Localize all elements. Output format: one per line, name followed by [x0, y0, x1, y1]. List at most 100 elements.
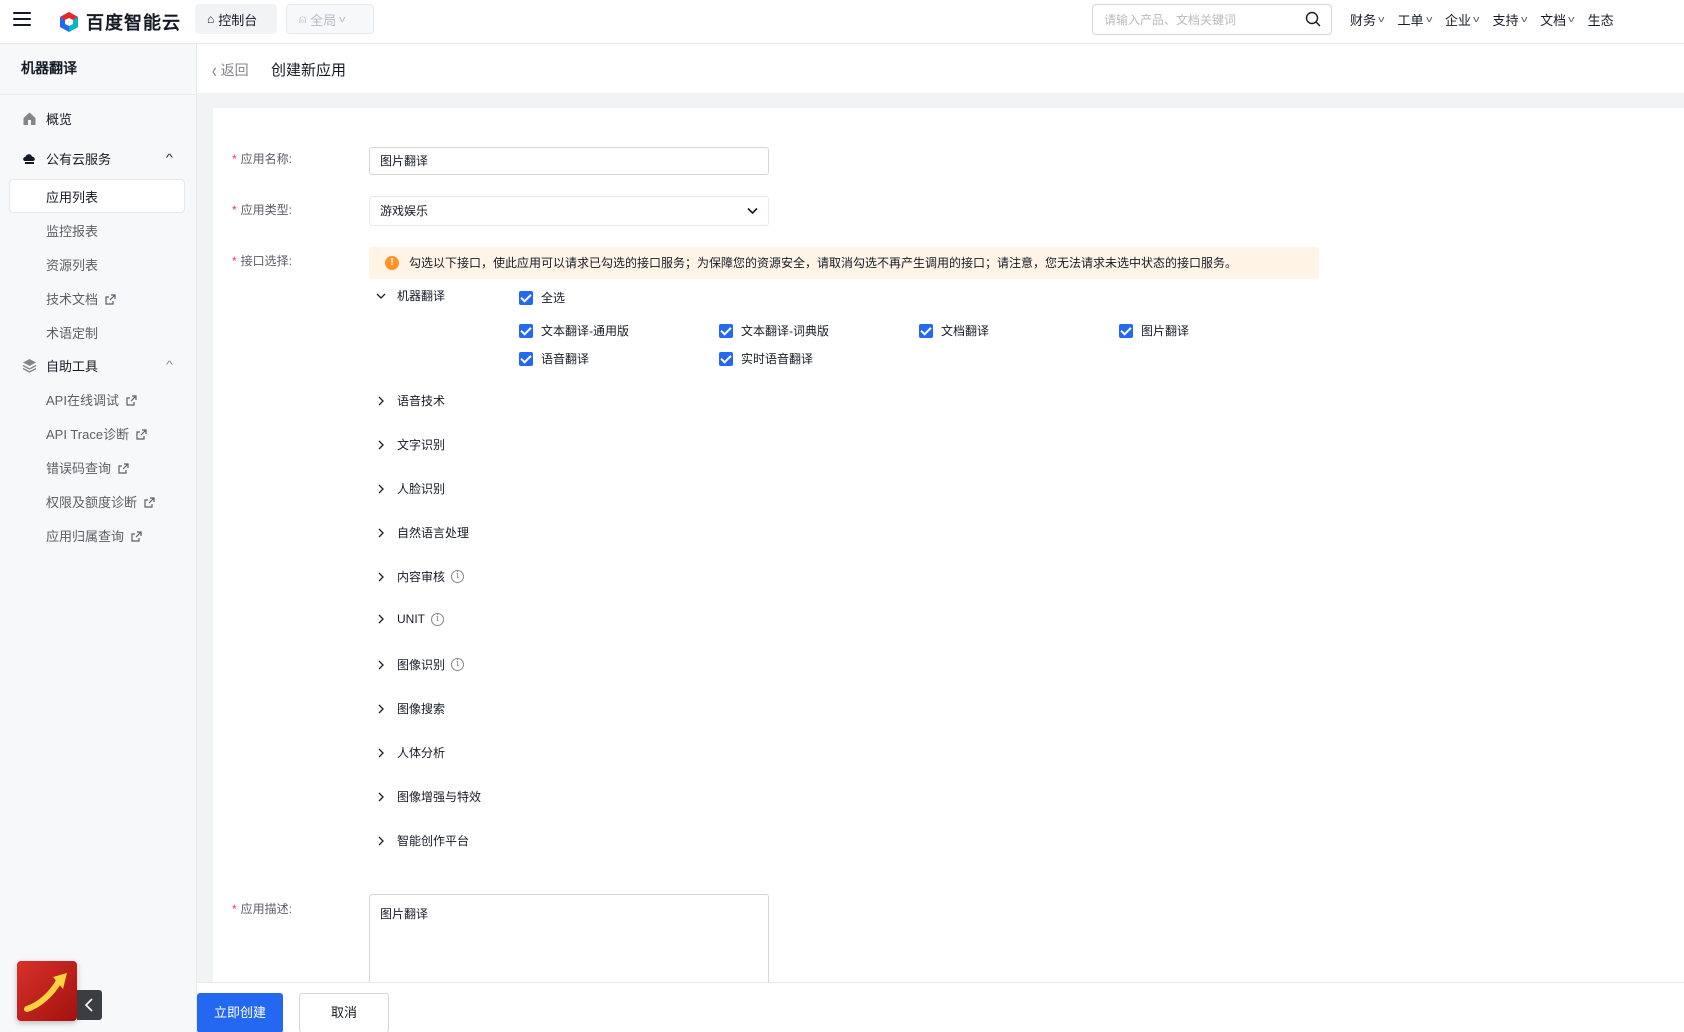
sidebar-item-label: 应用归属查询: [46, 526, 142, 545]
sidebar-item-text: 错误码查询: [46, 460, 112, 476]
api-checkbox-image[interactable]: 图片翻译: [1119, 322, 1189, 339]
api-select-label: * 接口选择:: [232, 252, 292, 269]
api-checkbox-speech[interactable]: 语音翻译: [519, 350, 589, 367]
search-input[interactable]: [1093, 5, 1283, 34]
cancel-button[interactable]: 取消: [299, 993, 389, 1032]
api-group-body-analysis[interactable]: 人体分析: [376, 744, 445, 761]
scope-selector[interactable]: ⍝ 全局 v: [286, 4, 374, 34]
sidebar-item-term-custom[interactable]: 术语定制: [0, 317, 196, 347]
api-checkbox-text-general[interactable]: 文本翻译-通用版: [519, 322, 629, 339]
external-link-icon: [144, 496, 155, 508]
required-mark: *: [232, 203, 237, 217]
info-icon[interactable]: i: [431, 612, 444, 626]
api-group-image-recognition[interactable]: 图像识别 i: [376, 656, 465, 673]
sidebar-group-label: 公有云服务: [46, 151, 112, 167]
api-group-image-enhance[interactable]: 图像增强与特效: [376, 788, 481, 805]
nav-label: 工单: [1397, 12, 1424, 28]
search-box: [1092, 4, 1332, 35]
app-name-input[interactable]: 图片翻译: [369, 147, 769, 175]
sidebar-item-resource-list[interactable]: 资源列表: [0, 249, 196, 279]
api-group-machine-translation[interactable]: 机器翻译: [376, 287, 445, 304]
page-title: 创建新应用: [271, 62, 347, 79]
api-group-content-audit[interactable]: 内容审核 i: [376, 568, 465, 585]
api-checkbox-document[interactable]: 文档翻译: [919, 322, 989, 339]
brand-name: 百度智能云: [86, 13, 181, 33]
external-link-icon: [118, 462, 129, 474]
sidebar-item-text: 应用归属查询: [46, 528, 125, 544]
checkbox-checked-icon: [719, 323, 733, 338]
chevron-down-icon: v: [1425, 14, 1432, 24]
api-group-ocr[interactable]: 文字识别: [376, 436, 445, 453]
console-label: 控制台: [218, 12, 258, 28]
sidebar-item-app-list[interactable]: 应用列表: [0, 181, 196, 211]
api-group-face[interactable]: 人脸识别: [376, 480, 445, 497]
api-group-nlp[interactable]: 自然语言处理: [376, 524, 469, 541]
arrow-up-right-icon: [24, 973, 67, 1012]
search-icon[interactable]: [1305, 11, 1321, 27]
warning-icon: !: [385, 256, 399, 270]
form-card: * 应用名称: 图片翻译 * 应用类型: 游戏娱乐 * 接口选择: ! 勾选以下接口，…: [213, 108, 1684, 988]
sidebar-group-self-tools[interactable]: 自助工具 ^: [0, 350, 196, 380]
nav-enterprise[interactable]: 企业 v: [1445, 10, 1479, 29]
back-link[interactable]: ‹ 返回: [212, 58, 249, 82]
sidebar-item-overview[interactable]: 概览: [0, 103, 196, 133]
create-button[interactable]: 立即创建: [197, 993, 283, 1032]
label-text: 应用名称:: [240, 152, 293, 166]
sidebar-item-api-trace[interactable]: API Trace诊断: [0, 418, 196, 448]
sidebar-item-tech-docs[interactable]: 技术文档: [0, 283, 196, 313]
external-link-icon: [136, 428, 147, 440]
chevron-down-icon: [376, 293, 386, 299]
sidebar-item-quota-diagnose[interactable]: 权限及额度诊断: [0, 486, 196, 516]
sidebar-item-app-owner[interactable]: 应用归属查询: [0, 520, 196, 550]
api-group-label: 图像增强与特效: [397, 790, 482, 804]
collapse-panel-button[interactable]: [77, 990, 102, 1020]
checkbox-checked-icon: [719, 351, 733, 366]
chevron-left-icon: [84, 998, 93, 1012]
api-checkbox-realtime-speech[interactable]: 实时语音翻译: [719, 350, 813, 367]
chevron-right-icon: [378, 440, 384, 449]
api-group-creative-platform[interactable]: 智能创作平台: [376, 832, 469, 849]
hamburger-menu-icon[interactable]: [13, 12, 31, 28]
chevron-up-icon: ^: [166, 359, 174, 371]
checkbox-label: 语音翻译: [541, 352, 590, 366]
sidebar-item-monitor-report[interactable]: 监控报表: [0, 215, 196, 245]
nav-support[interactable]: 支持 v: [1493, 10, 1527, 29]
checkbox-checked-icon: [1119, 323, 1133, 338]
sidebar: 机器翻译 概览 公有云服务 ^ 应用列表 监控报表 资源列表 技术文档 术语定制…: [0, 44, 197, 1032]
api-group-unit[interactable]: UNIT i: [376, 612, 444, 626]
api-group-label: 图像识别: [397, 658, 446, 672]
nav-finance[interactable]: 财务 v: [1350, 10, 1384, 29]
api-group-image-search[interactable]: 图像搜索: [376, 700, 445, 717]
external-link-icon: [131, 530, 142, 542]
api-group-label: 智能创作平台: [397, 834, 470, 848]
nav-docs[interactable]: 文档 v: [1540, 10, 1574, 29]
api-checkbox-text-dictionary[interactable]: 文本翻译-词典版: [719, 322, 829, 339]
nav-label: 文档: [1540, 12, 1567, 28]
sidebar-group-public-cloud[interactable]: 公有云服务 ^: [0, 143, 196, 173]
select-all-checkbox[interactable]: 全选: [519, 289, 565, 306]
info-icon[interactable]: i: [451, 570, 465, 583]
user-icon: ⍝: [299, 11, 307, 26]
brand-logo[interactable]: 百度智能云: [58, 8, 181, 36]
floating-assistant-button[interactable]: [17, 961, 77, 1021]
info-icon[interactable]: i: [451, 658, 465, 671]
chevron-right-icon: [378, 836, 384, 845]
label-text: 应用描述:: [240, 902, 293, 916]
chevron-right-icon: [378, 528, 384, 537]
chevron-right-icon: [378, 792, 384, 801]
checkbox-checked-icon: [919, 323, 933, 338]
app-desc-textarea[interactable]: 图片翻译: [369, 894, 769, 988]
chevron-right-icon: [378, 572, 384, 581]
nav-ticket[interactable]: 工单 v: [1398, 10, 1432, 29]
console-button[interactable]: ⌂ 控制台: [195, 4, 277, 34]
required-mark: *: [232, 254, 237, 268]
chevron-right-icon: [378, 614, 384, 624]
app-type-select[interactable]: 游戏娱乐: [369, 196, 769, 226]
sidebar-item-error-code[interactable]: 错误码查询: [0, 452, 196, 482]
api-group-speech[interactable]: 语音技术: [376, 392, 445, 409]
checkbox-label: 图片翻译: [1141, 324, 1190, 338]
sidebar-item-api-debug[interactable]: API在线调试: [0, 384, 196, 414]
external-link-icon: [126, 394, 137, 406]
sidebar-group-label: 自助工具: [46, 358, 99, 374]
nav-ecosystem[interactable]: 生态: [1588, 10, 1614, 29]
